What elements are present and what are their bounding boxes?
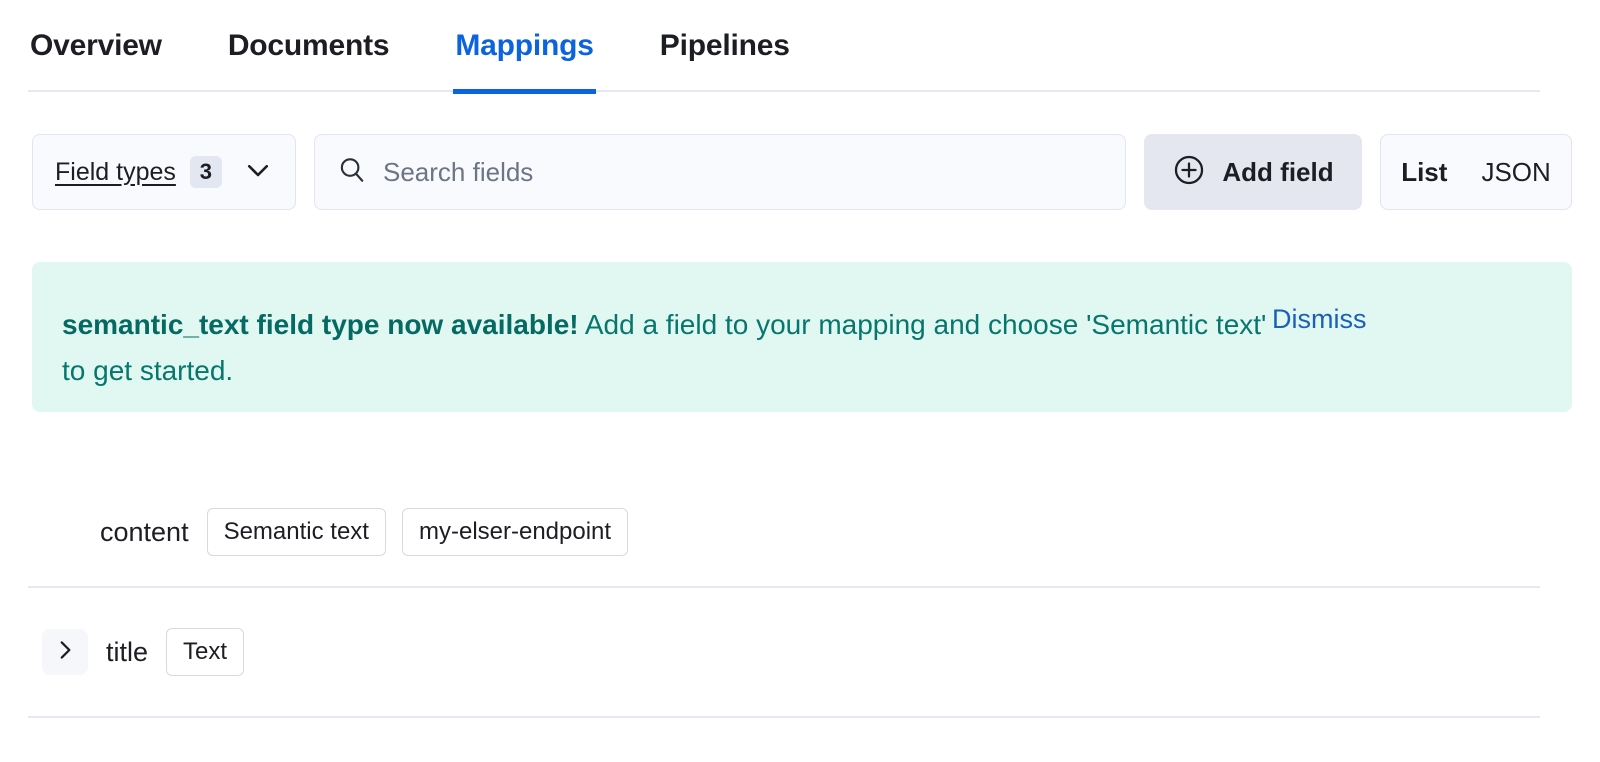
view-mode-toggle: List JSON (1380, 134, 1572, 210)
tab-label: Mappings (455, 29, 593, 63)
tab-pipelines[interactable]: Pipelines (658, 0, 792, 92)
search-icon (337, 155, 367, 190)
semantic-text-callout: semantic_text field type now available! … (32, 262, 1572, 412)
callout-strong-text: semantic_text field type now available! (62, 309, 579, 340)
field-name: content (100, 517, 189, 548)
field-types-label: Field types (55, 158, 176, 187)
field-name: title (106, 637, 148, 668)
add-field-button[interactable]: Add field (1144, 134, 1362, 210)
field-type-badge[interactable]: Semantic text (207, 508, 386, 556)
mappings-page: Overview Documents Mappings Pipelines Fi… (0, 0, 1600, 762)
table-row[interactable]: title Text (28, 588, 1540, 718)
mappings-field-list: content Semantic text my-elser-endpoint … (28, 478, 1540, 718)
tab-mappings[interactable]: Mappings (453, 0, 595, 92)
table-row[interactable]: content Semantic text my-elser-endpoint (28, 478, 1540, 588)
tab-documents[interactable]: Documents (226, 0, 392, 92)
field-type-badge[interactable]: Text (166, 628, 244, 676)
mappings-toolbar: Field types 3 Add field List JSON (32, 134, 1572, 210)
tab-label: Pipelines (660, 29, 790, 63)
add-field-label: Add field (1222, 157, 1333, 188)
tab-label: Documents (228, 29, 390, 63)
tab-overview[interactable]: Overview (28, 0, 164, 92)
tab-label: Overview (30, 29, 162, 63)
expand-row-button[interactable] (42, 629, 88, 675)
field-endpoint-badge[interactable]: my-elser-endpoint (402, 508, 628, 556)
field-types-count-badge: 3 (190, 156, 222, 188)
search-input[interactable] (383, 157, 1103, 188)
search-fields-container[interactable] (314, 134, 1126, 210)
plus-circle-icon (1172, 153, 1206, 192)
view-mode-list[interactable]: List (1401, 157, 1447, 188)
field-types-filter-button[interactable]: Field types 3 (32, 134, 296, 210)
chevron-down-icon (243, 155, 273, 190)
dismiss-button[interactable]: Dismiss (1272, 304, 1367, 335)
view-mode-json[interactable]: JSON (1481, 157, 1550, 188)
chevron-right-icon (52, 637, 78, 668)
tab-bar: Overview Documents Mappings Pipelines (28, 0, 1540, 92)
callout-message: semantic_text field type now available! … (62, 302, 1272, 394)
